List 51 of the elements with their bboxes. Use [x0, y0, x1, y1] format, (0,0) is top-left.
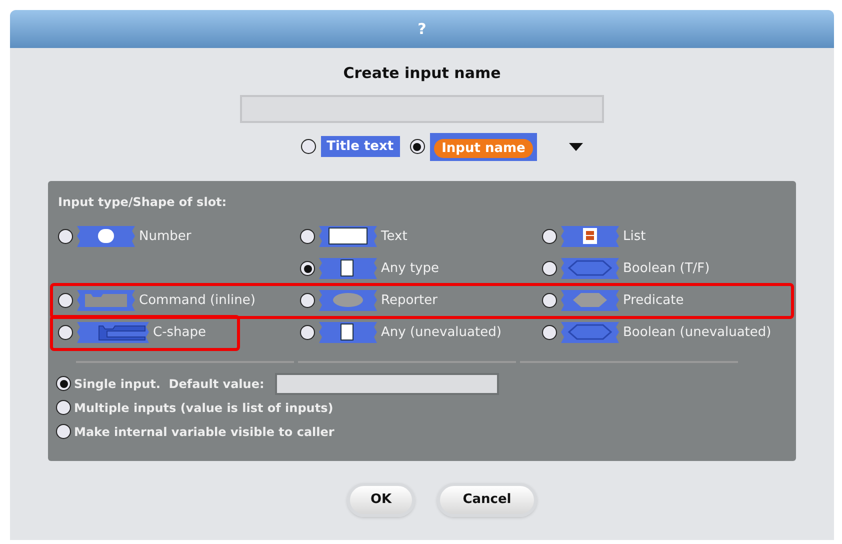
radio-button[interactable] — [56, 376, 71, 391]
any-slot-icon — [319, 256, 377, 280]
radio-button[interactable] — [58, 325, 73, 340]
predicate-slot-icon — [561, 288, 619, 312]
command-slot-icon — [77, 288, 135, 312]
ok-button[interactable]: OK — [347, 482, 415, 516]
input-option-label: Multiple inputs (value is list of inputs) — [74, 400, 334, 416]
any-slot-icon — [319, 320, 377, 344]
default-value-field[interactable] — [275, 372, 500, 394]
title-text-block: Title text — [320, 136, 400, 158]
panel-title: Input type/Shape of slot: — [58, 194, 228, 210]
window-title: ? — [418, 18, 426, 40]
slot-type-label: Command (inline) — [139, 292, 256, 310]
dropdown-arrow-icon[interactable] — [569, 142, 584, 150]
slot-type-label: Predicate — [623, 292, 684, 310]
slot-type-label: C-shape — [153, 324, 206, 342]
c-shape-slot-icon — [77, 320, 149, 344]
slot-type-label: Boolean (unevaluated) — [623, 324, 772, 342]
slot-type-label: List — [623, 228, 646, 246]
text-slot-icon — [319, 224, 377, 248]
radio-button[interactable] — [58, 229, 73, 244]
slot-type-label: Any (unevaluated) — [381, 324, 502, 342]
slot-type-label: Text — [381, 228, 408, 246]
list-slot-icon — [561, 224, 619, 248]
name-input-field[interactable] — [240, 94, 604, 122]
radio-button[interactable] — [542, 293, 557, 308]
input-option-label: Make internal variable visible to caller — [74, 424, 334, 440]
radio-button[interactable] — [542, 325, 557, 340]
slot-type-label: Reporter — [381, 292, 438, 310]
radio-button[interactable] — [542, 229, 557, 244]
radio-button[interactable] — [56, 400, 71, 415]
slot-type-label: Number — [139, 228, 192, 246]
radio-button[interactable] — [300, 261, 315, 276]
radio-button[interactable] — [300, 325, 315, 340]
radio-button[interactable] — [542, 261, 557, 276]
reporter-slot-icon — [319, 288, 377, 312]
slot-type-label: Any type — [381, 260, 439, 278]
boolean-slot-icon — [561, 320, 619, 344]
radio-button[interactable] — [58, 293, 73, 308]
dialog-heading: Create input name — [343, 63, 501, 84]
input-name-block: Input name — [430, 132, 538, 160]
slot-type-label: Boolean (T/F) — [623, 260, 710, 278]
radio-button[interactable] — [56, 424, 71, 439]
input-option-label: Single input. Default value: — [74, 376, 264, 392]
radio-button[interactable] — [300, 139, 316, 154]
number-slot-icon — [77, 224, 135, 248]
radio-button[interactable] — [300, 229, 315, 244]
radio-button[interactable] — [300, 293, 315, 308]
boolean-slot-icon — [561, 256, 619, 280]
radio-button[interactable] — [410, 139, 425, 154]
cancel-button[interactable]: Cancel — [437, 482, 537, 516]
